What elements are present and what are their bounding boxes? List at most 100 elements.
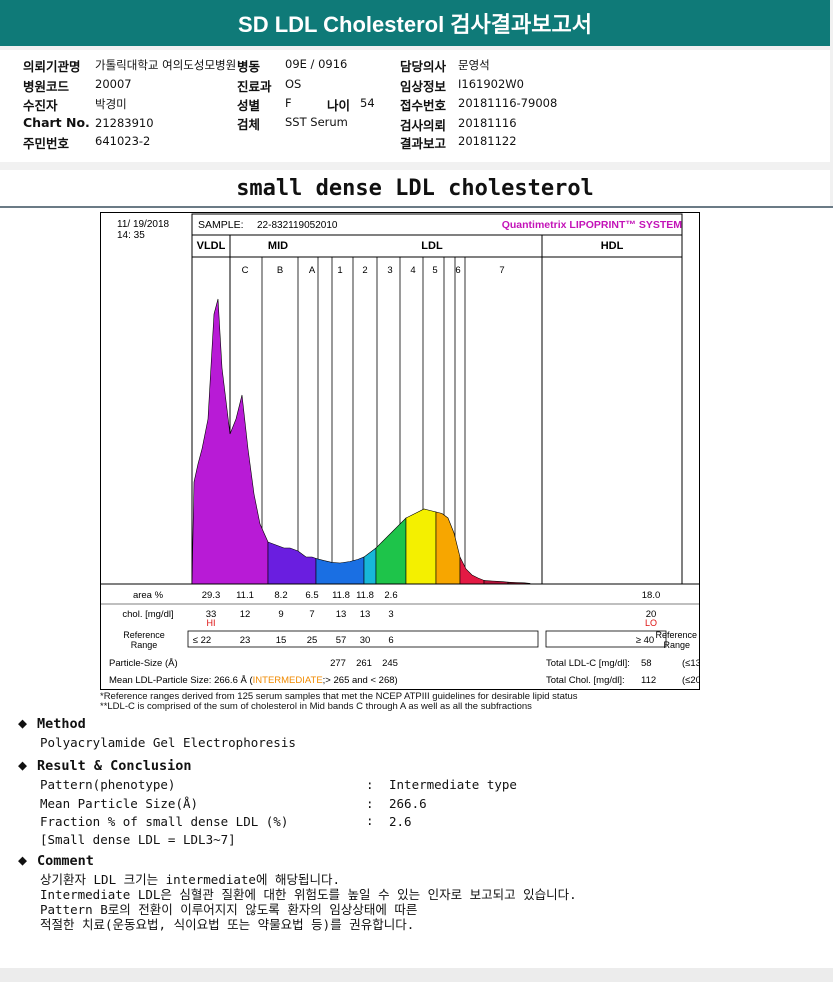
total-ldl-range: (≤130) [682,658,700,669]
total-chol-range: (≤200) [682,675,700,686]
ref-label: Reference [123,630,165,640]
result-value-1: Intermediate type [389,777,517,792]
sex-label: 성별 [237,98,261,113]
chart-no-value: 21283910 [95,116,154,130]
diamond-icon: ◆ [18,756,28,774]
ref-value: 23 [240,635,251,646]
result-label-1: Pattern(phenotype) [40,777,176,792]
specimen-value: SST Serum [285,115,348,129]
result-value-3: 2.6 [389,814,412,829]
total-chol-label: Total Chol. [mg/dl]: [546,675,625,686]
ref-label: Range [131,640,158,650]
department-value: OS [285,77,302,91]
area-value: 11.1 [236,590,254,601]
clinical-info-label: 임상정보 [400,79,447,94]
chart-no-label: Chart No. [23,115,90,130]
comment-line-4: 적절한 치료(운동요법, 식이요법 또는 약물요법 등)를 권유합니다. [40,917,415,932]
chart-title: Quantimetrix LIPOPRINT™ SYSTEM [502,219,683,231]
band-label-4: 4 [410,265,415,276]
ward-value: 09E / 0916 [285,57,348,71]
lipoprint-chart: 11/ 19/2018 14: 35 SAMPLE: 22-8321190520… [100,212,753,690]
band-label-1: 1 [337,265,342,276]
section-title: small dense LDL cholesterol [0,170,830,206]
chol-value: 13 [336,609,347,620]
department-label: 진료과 [237,79,272,94]
doctor-value: 문영석 [458,58,490,72]
band-label-6: 6 [455,265,460,276]
area-value: 8.2 [274,590,287,601]
particle-size-value: 261 [356,658,372,669]
hospital-code-value: 20007 [95,77,132,91]
footnote-2: **LDL-C is comprised of the sum of chole… [100,701,532,712]
sample-label: SAMPLE: [198,219,244,231]
total-chol-value: 112 [641,675,656,686]
peak-2 [405,508,437,585]
result-note: [Small dense LDL = LDL3~7] [40,832,236,847]
particle-size-value: 277 [330,658,346,669]
specimen-label: 검체 [237,117,261,132]
chart-time: 14: 35 [117,230,145,241]
result-label-3: Fraction % of small dense LDL (%) [40,814,289,829]
diamond-icon: ◆ [18,851,28,869]
chol-value: 3 [388,609,393,620]
group-label-ldl: LDL [421,240,443,252]
chart-svg: 11/ 19/2018 14: 35 SAMPLE: 22-8321190520… [100,212,753,690]
patient-label: 수진자 [23,98,58,113]
lo-flag: LO [645,618,657,628]
area-value: 29.3 [202,590,221,601]
diamond-icon: ◆ [18,714,28,732]
test-request-label: 검사의뢰 [400,118,447,133]
ref-label-right: Range [663,640,690,650]
chol-label: chol. [mg/dl] [122,609,173,620]
total-ldl-label: Total LDL-C [mg/dl]: [546,658,630,669]
comment-heading: ◆ Comment [18,851,94,869]
resident-no-value: 641023-2 [95,134,151,148]
band-label-2: 2 [362,265,367,276]
group-label-hdl: HDL [601,240,624,252]
chart-date: 11/ 19/2018 [117,219,170,230]
result-report-value: 20181122 [458,134,517,148]
report-title: SD LDL Cholesterol 검사결과보고서 [0,0,830,46]
clinical-info-value: I161902W0 [458,77,524,91]
hdl-area-value: 18.0 [642,590,661,601]
band-label-b: B [277,265,283,276]
test-request-value: 20181116 [458,116,517,130]
hospital-code-label: 병원코드 [23,79,70,94]
chol-value: 12 [240,609,251,620]
bottom-strip [0,968,833,982]
sample-value: 22-832119052010 [257,220,338,231]
ref-value: 30 [360,635,371,646]
area-value: 2.6 [384,590,397,601]
ref-value: 25 [307,635,318,646]
doctor-label: 담당의사 [400,59,447,74]
group-label-vldl: VLDL [197,240,226,252]
area-value: 11.8 [356,590,374,601]
ref-value: 15 [276,635,287,646]
result-label-2: Mean Particle Size(Å) [40,796,199,811]
hdl-ref-value: ≥ 40 [636,635,654,646]
method-heading: ◆ Method [18,714,86,732]
patient-value: 박경미 [95,97,127,111]
band-label-5: 5 [432,265,437,276]
patient-info-panel: 의뢰기관명 가톨릭대학교 여의도성모병원 병동 09E / 0916 담당의사 … [0,50,830,162]
ref-value: 6 [388,635,393,646]
particle-size-value: 245 [382,658,398,669]
result-colon-2: : [366,796,374,811]
area-value: 6.5 [305,590,318,601]
chol-value: 7 [309,609,314,620]
particle-size-label: Particle-Size (Å) [109,658,178,669]
age-value: 54 [360,96,375,110]
sex-value: F [285,96,292,110]
total-ldl-value: 58 [641,658,652,669]
result-colon-1: : [366,777,374,792]
area-label: area % [133,590,164,601]
mean-ldl-line: Mean LDL-Particle Size: 266.6 Å (INTERME… [109,675,398,686]
method-text: Polyacrylamide Gel Electrophoresis [40,735,296,750]
chol-value: 9 [278,609,283,620]
age-label: 나이 [327,98,351,113]
area-value: 11.8 [332,590,350,601]
receipt-no-label: 접수번호 [400,98,447,113]
result-heading: ◆ Result & Conclusion [18,756,192,774]
chol-value: 13 [360,609,371,620]
result-colon-3: : [366,813,374,828]
